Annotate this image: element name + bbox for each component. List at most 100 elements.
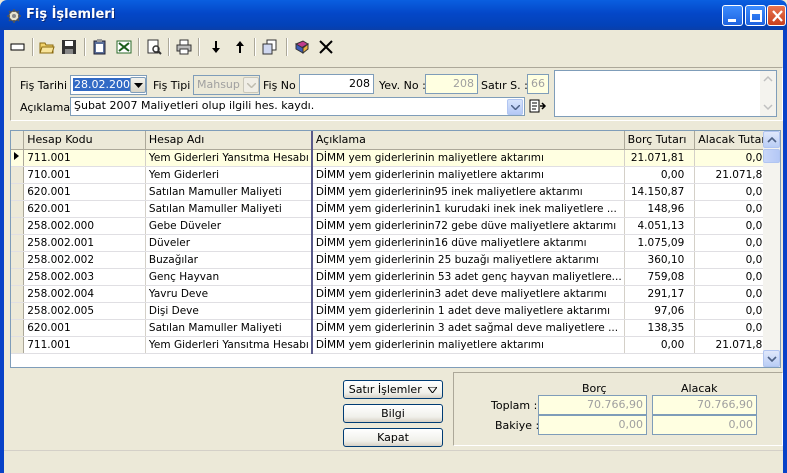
minimize-bar-tool[interactable]: [8, 37, 28, 57]
cell-hesap-kodu[interactable]: 258.002.004: [23, 285, 146, 303]
grid-scrollbar[interactable]: [763, 131, 780, 367]
table-row[interactable]: 620.001 Satılan Mamuller Maliyeti DİMM yem…: [11, 319, 780, 337]
entries-grid[interactable]: Hesap Kodu Hesap Adı Açıklama Borç Tutar…: [10, 130, 781, 368]
cell-borc-tutari[interactable]: 14.150,87: [624, 183, 696, 201]
cell-hesap-kodu[interactable]: 258.002.005: [23, 302, 146, 320]
save-tool[interactable]: [59, 37, 79, 57]
clipboard-tool[interactable]: [90, 37, 110, 57]
row-indicator[interactable]: [11, 319, 25, 337]
table-row[interactable]: 711.001 Yem Giderleri Yansıtma Hesabı DİMM…: [11, 336, 780, 354]
cell-aciklama[interactable]: DİMM yem giderlerinin 53 adet genç hayva…: [311, 268, 625, 286]
cell-aciklama[interactable]: DİMM yem giderlerinin 25 buzağı maliyetl…: [311, 251, 625, 269]
cell-aciklama[interactable]: DİMM yem giderlerinin1 kurudaki inek ine…: [311, 200, 625, 218]
table-row[interactable]: 258.002.002 Buzağılar DİMM yem giderlerini…: [11, 251, 780, 269]
cell-hesap-kodu[interactable]: 620.001: [23, 200, 146, 218]
row-indicator[interactable]: [11, 251, 25, 269]
move-up-tool[interactable]: [230, 37, 250, 57]
delete-tool[interactable]: [316, 37, 336, 57]
cell-hesap-adi[interactable]: Dişi Deve: [145, 302, 313, 320]
cell-aciklama[interactable]: DİMM yem giderlerinin95 inek maliyetlere…: [311, 183, 625, 201]
column-header-hesap-adi[interactable]: Hesap Adı: [145, 131, 313, 150]
bakiye-alacak-field[interactable]: 0,00: [652, 415, 757, 435]
satir-input[interactable]: 66: [527, 74, 549, 94]
cell-aciklama[interactable]: DİMM yem giderlerinin 1 adet deve maliye…: [311, 302, 625, 320]
minimize-button[interactable]: [722, 5, 743, 26]
row-indicator[interactable]: [11, 166, 25, 184]
table-row[interactable]: 258.002.000 Gebe Düveler DİMM yem giderler…: [11, 217, 780, 235]
cell-aciklama[interactable]: DİMM yem giderlerinin maliyetlere aktarı…: [311, 166, 625, 184]
cell-aciklama[interactable]: DİMM yem giderlerinin3 adet deve maliyet…: [311, 285, 625, 303]
fis-tipi-dropdown-button[interactable]: [243, 77, 259, 93]
copy-tool[interactable]: [260, 37, 280, 57]
cell-hesap-kodu[interactable]: 711.001: [23, 149, 146, 167]
cell-hesap-kodu[interactable]: 620.001: [23, 319, 146, 337]
table-row[interactable]: 620.001 Satılan Mamuller Maliyeti DİMM yem…: [11, 200, 780, 218]
toplam-borc-field[interactable]: 70.766,90: [538, 395, 647, 415]
cell-borc-tutari[interactable]: 1.075,09: [624, 234, 696, 252]
table-row[interactable]: 710.001 Yem Giderleri DİMM yem giderlerini…: [11, 166, 780, 184]
bilgi-button[interactable]: Bilgi: [343, 404, 443, 423]
title-bar[interactable]: Fiş İşlemleri: [0, 0, 787, 30]
row-indicator[interactable]: [11, 285, 25, 303]
cell-hesap-kodu[interactable]: 258.002.003: [23, 268, 146, 286]
toplam-alacak-field[interactable]: 70.766,90: [652, 395, 757, 415]
cell-borc-tutari[interactable]: 0,00: [624, 166, 696, 184]
cell-borc-tutari[interactable]: 4.051,13: [624, 217, 696, 235]
row-indicator[interactable]: [11, 336, 25, 354]
cell-hesap-adi[interactable]: Yem Giderleri Yansıtma Hesabı: [145, 336, 313, 354]
fis-tipi-select[interactable]: Mahsup: [193, 75, 260, 95]
cell-aciklama[interactable]: DİMM yem giderlerinin 3 adet sağmal deve…: [311, 319, 625, 337]
kapat-button[interactable]: Kapat: [343, 428, 443, 447]
maximize-button[interactable]: [745, 5, 766, 26]
cell-hesap-adi[interactable]: Satılan Mamuller Maliyeti: [145, 200, 313, 218]
cell-hesap-adi[interactable]: Yem Giderleri Yansıtma Hesabı: [145, 149, 313, 167]
move-down-tool[interactable]: [206, 37, 226, 57]
cell-hesap-adi[interactable]: Düveler: [145, 234, 313, 252]
cell-aciklama[interactable]: DİMM yem giderlerinin maliyetlere aktarı…: [311, 336, 625, 354]
row-indicator[interactable]: [11, 183, 25, 201]
cell-hesap-kodu[interactable]: 258.002.002: [23, 251, 146, 269]
scroll-down-button[interactable]: [763, 350, 780, 367]
cell-borc-tutari[interactable]: 291,17: [624, 285, 696, 303]
scroll-thumb[interactable]: [763, 149, 780, 163]
book-tool[interactable]: [292, 37, 312, 57]
cell-aciklama[interactable]: DİMM yem giderlerinin72 gebe düve maliye…: [311, 217, 625, 235]
cell-hesap-adi[interactable]: Yavru Deve: [145, 285, 313, 303]
cell-aciklama[interactable]: DİMM yem giderlerinin16 düve maliyetlere…: [311, 234, 625, 252]
cell-hesap-adi[interactable]: Yem Giderleri: [145, 166, 313, 184]
cell-hesap-adi[interactable]: Gebe Düveler: [145, 217, 313, 235]
print-preview-tool[interactable]: [144, 37, 164, 57]
close-button[interactable]: [767, 5, 786, 26]
cell-hesap-kodu[interactable]: 620.001: [23, 183, 146, 201]
yev-no-input[interactable]: 208: [425, 74, 478, 94]
table-row[interactable]: 258.002.005 Dişi Deve DİMM yem giderlerini…: [11, 302, 780, 320]
cell-borc-tutari[interactable]: 97,06: [624, 302, 696, 320]
cell-aciklama[interactable]: DİMM yem giderlerinin maliyetlere aktarı…: [311, 149, 625, 167]
cell-hesap-kodu[interactable]: 710.001: [23, 166, 146, 184]
cell-borc-tutari[interactable]: 138,35: [624, 319, 696, 337]
table-row[interactable]: 258.002.001 Düveler DİMM yem giderlerinin1…: [11, 234, 780, 252]
cell-hesap-adi[interactable]: Satılan Mamuller Maliyeti: [145, 319, 313, 337]
open-tool[interactable]: [37, 37, 57, 57]
row-indicator[interactable]: [11, 302, 25, 320]
cell-borc-tutari[interactable]: 360,10: [624, 251, 696, 269]
cell-borc-tutari[interactable]: 0,00: [624, 336, 696, 354]
excel-tool[interactable]: [114, 37, 134, 57]
row-indicator[interactable]: [11, 234, 25, 252]
column-header-borc-tutari[interactable]: Borç Tutarı: [624, 131, 696, 150]
aciklama-dropdown-button[interactable]: [507, 99, 523, 115]
cell-hesap-kodu[interactable]: 258.002.000: [23, 217, 146, 235]
row-indicator[interactable]: [11, 200, 25, 218]
table-row[interactable]: 620.001 Satılan Mamuller Maliyeti DİMM yem…: [11, 183, 780, 201]
cell-hesap-adi[interactable]: Genç Hayvan: [145, 268, 313, 286]
cell-hesap-adi[interactable]: Satılan Mamuller Maliyeti: [145, 183, 313, 201]
cell-hesap-adi[interactable]: Buzağılar: [145, 251, 313, 269]
row-indicator[interactable]: [11, 149, 25, 167]
cell-borc-tutari[interactable]: 759,08: [624, 268, 696, 286]
row-indicator[interactable]: [11, 268, 25, 286]
cell-borc-tutari[interactable]: 148,96: [624, 200, 696, 218]
column-header-hesap-kodu[interactable]: Hesap Kodu: [23, 131, 146, 150]
aciklama-input[interactable]: Şubat 2007 Maliyetleri olup ilgili hes. …: [70, 97, 525, 116]
date-dropdown-button[interactable]: [130, 77, 146, 93]
fis-tarihi-field[interactable]: 28.02.2007: [70, 75, 147, 95]
